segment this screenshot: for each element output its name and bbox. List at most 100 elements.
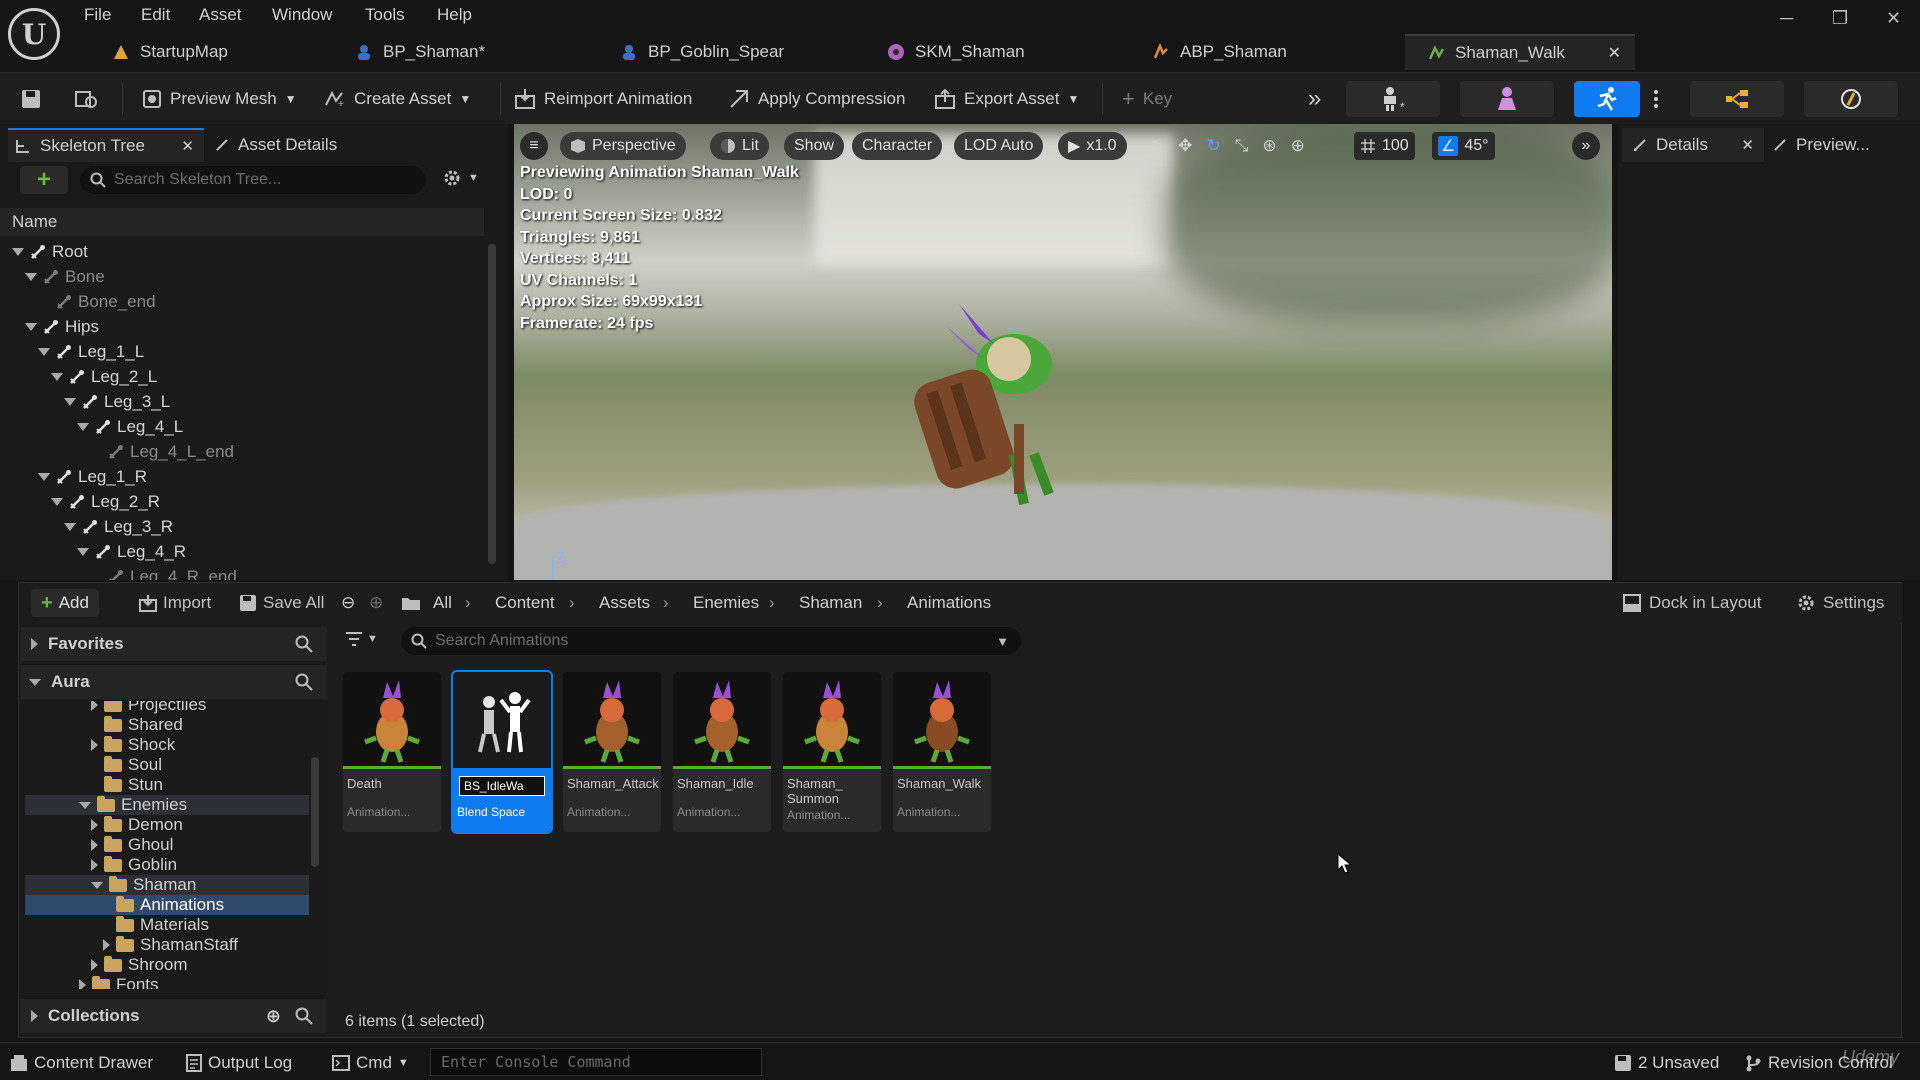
preview-mesh-button[interactable]: Preview Mesh ▼ xyxy=(142,82,297,116)
import-button[interactable]: Import xyxy=(139,593,211,613)
create-asset-button[interactable]: + Create Asset ▼ xyxy=(324,82,471,116)
chevron-down-icon[interactable]: ▼ xyxy=(996,634,1009,649)
export-asset-button[interactable]: Export Asset ▼ xyxy=(934,82,1079,116)
tab-bp-goblin-spear[interactable]: BP_Goblin_Spear xyxy=(598,34,848,70)
asset-search-input[interactable]: Search Animations ▼ xyxy=(401,627,1021,655)
bone-row[interactable]: Leg_1_R xyxy=(38,465,147,489)
tab-skeleton-tree[interactable]: Skeleton Tree ✕ xyxy=(8,128,204,162)
physics-mode-button[interactable] xyxy=(1804,81,1898,117)
folder-item[interactable]: Materials xyxy=(103,915,209,935)
bone-row[interactable]: Leg_3_L xyxy=(64,390,170,414)
search-icon[interactable] xyxy=(295,1007,313,1025)
show-button[interactable]: Show xyxy=(784,132,845,160)
grid-snap-button[interactable]: 100 xyxy=(1354,132,1415,160)
close-panel-icon[interactable]: ✕ xyxy=(181,137,194,155)
select-icon[interactable]: ↖ xyxy=(1150,136,1164,156)
bone-row[interactable]: Hips xyxy=(25,315,99,339)
rotate-icon[interactable]: ↻ xyxy=(1207,136,1221,156)
tab-preview-settings[interactable]: Preview... xyxy=(1772,128,1870,162)
character-button[interactable]: Character xyxy=(852,132,943,160)
lit-button[interactable]: Lit xyxy=(710,132,769,160)
chevron-down-icon[interactable] xyxy=(77,423,89,431)
add-collection-icon[interactable]: ⊕ xyxy=(266,1006,281,1027)
breadcrumb-item[interactable]: Animations xyxy=(907,593,991,613)
forward-icon[interactable]: ⊕ xyxy=(369,593,383,613)
rename-input[interactable]: BS_IdleWa xyxy=(459,776,545,796)
asset-tile[interactable]: Death Animation... xyxy=(343,672,441,832)
tree-settings-button[interactable]: ▼ xyxy=(442,168,479,188)
project-header[interactable]: Aura xyxy=(21,665,327,699)
bone-row[interactable]: Bone xyxy=(25,265,105,289)
search-icon[interactable] xyxy=(295,635,313,653)
back-icon[interactable]: ⊖ xyxy=(341,593,355,613)
bone-row[interactable]: Leg_4_R_end xyxy=(90,565,237,580)
chevron-right-icon[interactable] xyxy=(91,859,98,871)
asset-tile[interactable]: Shaman_ Summon Animation... xyxy=(783,672,881,832)
bone-row[interactable]: Root xyxy=(12,240,88,264)
tab-abp-shaman[interactable]: ABP_Shaman xyxy=(1130,34,1380,70)
apply-compression-button[interactable]: Apply Compression xyxy=(728,82,905,116)
add-socket-button[interactable]: + xyxy=(20,166,68,194)
tab-details[interactable]: Details ✕ xyxy=(1622,128,1764,162)
world-local-icon[interactable]: ⊕ xyxy=(1291,136,1305,156)
console-input[interactable]: Enter Console Command xyxy=(430,1048,762,1076)
key-button[interactable]: + Key xyxy=(1122,82,1172,116)
chevron-down-icon[interactable] xyxy=(91,881,103,889)
asset-tile[interactable]: Shaman_Walk Animation... xyxy=(893,672,991,832)
blueprint-mode-button[interactable] xyxy=(1690,81,1784,117)
chevron-right-icon[interactable] xyxy=(91,739,98,751)
chevron-right-icon[interactable] xyxy=(91,839,98,851)
tab-skm-shaman[interactable]: SKM_Shaman xyxy=(865,34,1115,70)
toolbar-overflow-icon[interactable]: » xyxy=(1308,82,1321,116)
breadcrumb-item[interactable]: Content xyxy=(495,593,555,613)
folder-item[interactable]: Goblin xyxy=(91,855,177,875)
chevron-down-icon[interactable] xyxy=(38,473,50,481)
cmd-dropdown[interactable]: Cmd ▼ xyxy=(332,1051,409,1075)
chevron-down-icon[interactable] xyxy=(64,398,76,406)
breadcrumb-item[interactable]: Enemies xyxy=(693,593,759,613)
close-window-icon[interactable]: ✕ xyxy=(1886,8,1901,29)
chevron-right-icon[interactable] xyxy=(79,979,86,989)
chevron-right-icon[interactable] xyxy=(103,939,110,951)
breadcrumb-item[interactable]: Shaman xyxy=(799,593,862,613)
folder-item[interactable]: Enemies xyxy=(79,795,187,815)
save-icon[interactable] xyxy=(20,82,42,116)
folder-item[interactable]: Animations xyxy=(103,895,224,915)
tab-bp-shaman[interactable]: BP_Shaman* xyxy=(333,34,573,70)
content-drawer-button[interactable]: Content Drawer xyxy=(10,1051,153,1075)
chevron-down-icon[interactable] xyxy=(64,523,76,531)
bone-row[interactable]: Leg_3_R xyxy=(64,515,173,539)
folder-item[interactable]: Soul xyxy=(91,755,162,775)
restore-icon[interactable]: ❐ xyxy=(1832,8,1848,29)
chevron-down-icon[interactable] xyxy=(12,248,24,256)
folder-item[interactable]: Stun xyxy=(91,775,163,795)
minimize-icon[interactable]: ─ xyxy=(1780,8,1793,29)
mesh-mode-button[interactable] xyxy=(1460,81,1554,117)
folder-item[interactable]: ShamanStaff xyxy=(103,935,238,955)
chevron-right-icon[interactable] xyxy=(91,819,98,831)
asset-tile[interactable]: BS_IdleWa Blend Space xyxy=(451,670,553,834)
skeleton-search-input[interactable]: Search Skeleton Tree... xyxy=(80,166,426,194)
menu-file[interactable]: File xyxy=(84,5,111,25)
folder-item[interactable]: Projectiles xyxy=(91,701,206,715)
playback-speed-button[interactable]: ▶ x1.0 xyxy=(1058,132,1127,160)
skeleton-mode-button[interactable]: * xyxy=(1346,81,1440,117)
bone-row[interactable]: Leg_4_L_end xyxy=(90,440,234,464)
preview-viewport[interactable]: ≡ Perspective Lit Show Character LOD Aut… xyxy=(514,124,1612,580)
output-log-button[interactable]: Output Log xyxy=(186,1051,292,1075)
folder-item[interactable]: Shared xyxy=(91,715,183,735)
chevron-down-icon[interactable] xyxy=(79,801,91,809)
translate-icon[interactable]: ✥ xyxy=(1178,136,1192,156)
folder-item[interactable]: Shroom xyxy=(91,955,188,975)
save-all-button[interactable]: Save All xyxy=(239,593,324,613)
folder-item[interactable]: Fonts xyxy=(79,975,159,989)
scale-icon[interactable]: ⤡ xyxy=(1235,136,1249,156)
add-button[interactable]: + Add xyxy=(31,589,99,617)
asset-tile[interactable]: Shaman_Attack Animation... xyxy=(563,672,661,832)
surface-snap-icon[interactable]: ⊛ xyxy=(1262,136,1276,156)
chevron-down-icon[interactable] xyxy=(25,273,37,281)
close-panel-icon[interactable]: ✕ xyxy=(1741,136,1754,154)
chevron-down-icon[interactable] xyxy=(77,548,89,556)
chevron-right-icon[interactable] xyxy=(91,959,98,971)
angle-snap-button[interactable]: ∠ 45° xyxy=(1432,132,1495,160)
